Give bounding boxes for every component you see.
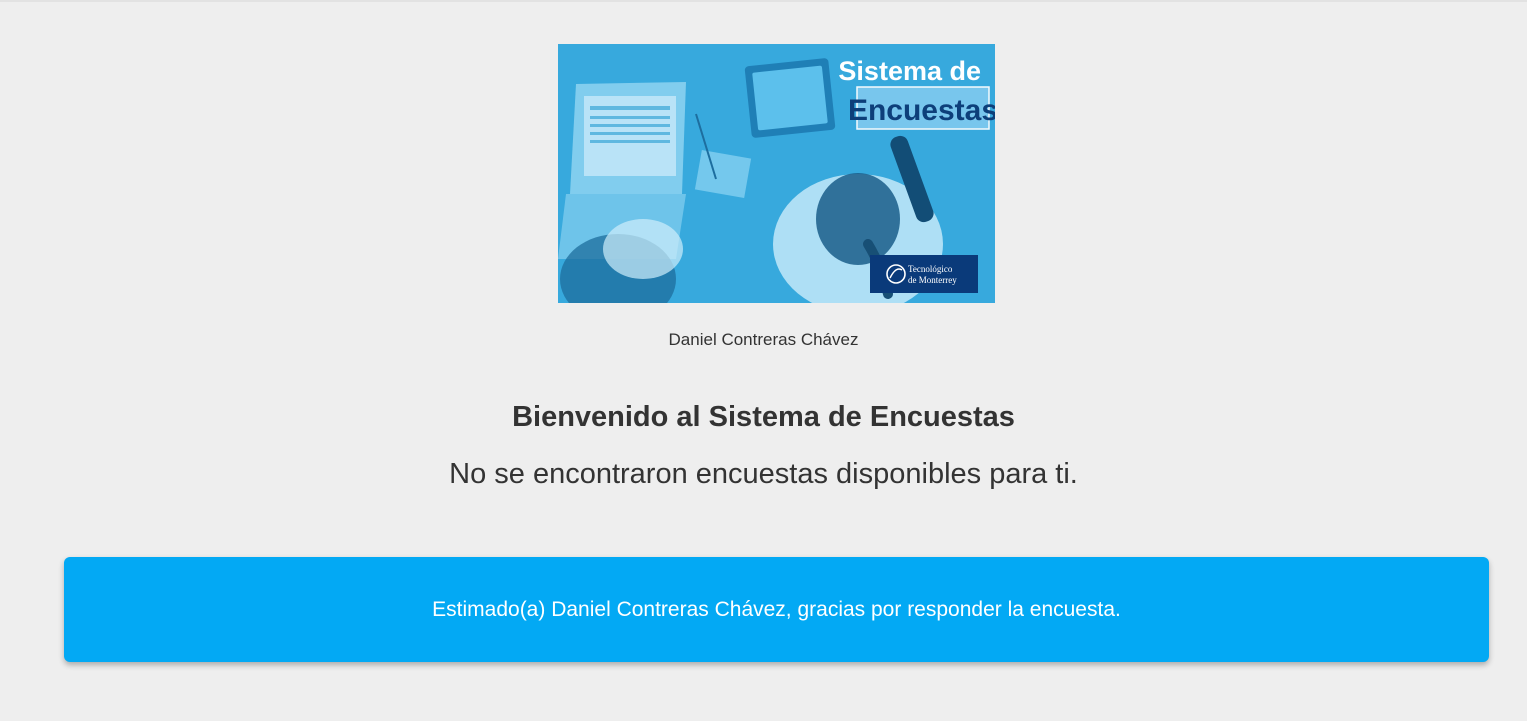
page-title: Bienvenido al Sistema de Encuestas	[512, 401, 1015, 433]
survey-banner-image: Sistema de Encuestas Tecnológico de Mont…	[558, 44, 995, 303]
no-surveys-message: No se encontraron encuestas disponibles …	[449, 458, 1078, 490]
logo-text-line1: Tecnológico	[908, 264, 953, 274]
banner-title-line2: Encuestas	[848, 94, 995, 127]
tec-monterrey-logo: Tecnológico de Monterrey	[870, 255, 978, 293]
tablet-illustration	[744, 58, 836, 138]
thanks-notice-card: Estimado(a) Daniel Contreras Chávez, gra…	[64, 557, 1489, 662]
top-border	[0, 0, 1527, 2]
logo-text-line2: de Monterrey	[908, 275, 957, 285]
user-name: Daniel Contreras Chávez	[668, 330, 859, 349]
banner-title-line1: Sistema de	[838, 56, 981, 86]
thanks-notice-text: Estimado(a) Daniel Contreras Chávez, gra…	[432, 597, 1121, 621]
